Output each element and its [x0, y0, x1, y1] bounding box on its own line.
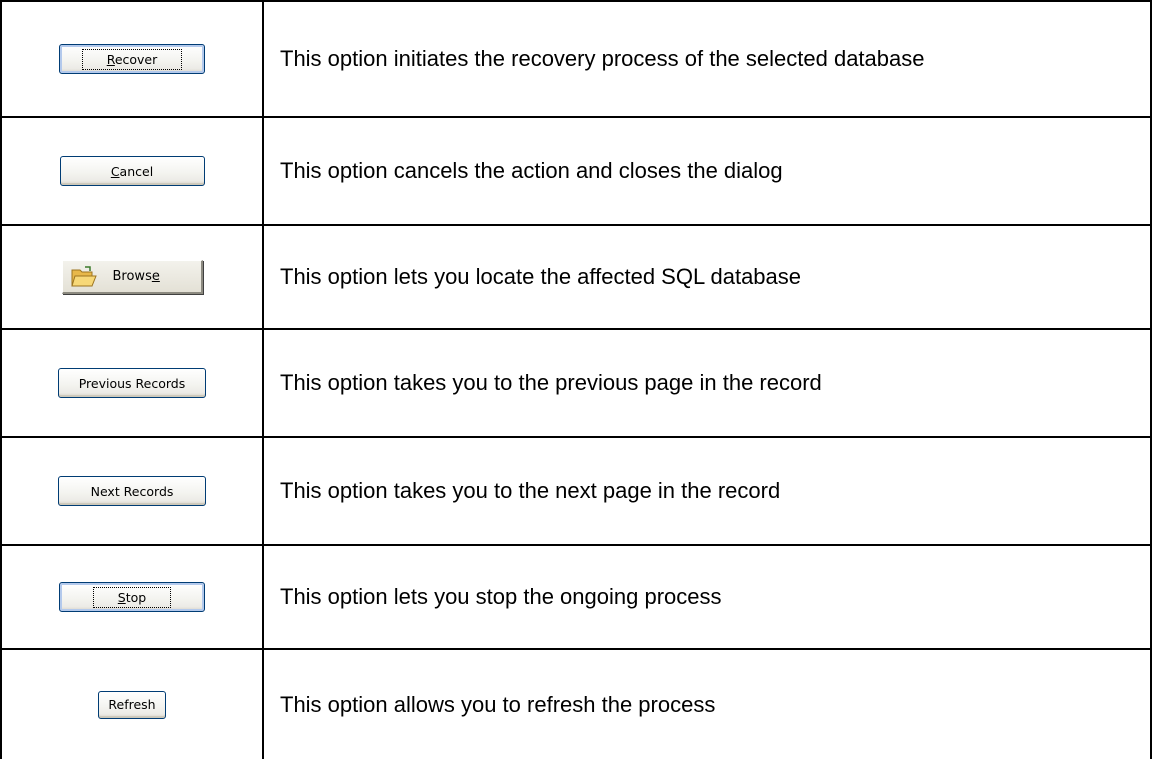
folder-open-icon — [70, 265, 97, 286]
button-cell: Recover — [0, 0, 264, 118]
button-label: Cancel — [110, 163, 154, 179]
description-text: This option takes you to the next page i… — [262, 436, 1152, 546]
description-text: This option allows you to refresh the pr… — [262, 648, 1152, 759]
button-label: Browse — [112, 269, 160, 284]
button-label: Previous Records — [78, 375, 186, 391]
button-label: Next Records — [90, 483, 174, 499]
button-cell: Cancel — [0, 116, 264, 226]
refresh-button[interactable]: Refresh — [98, 690, 166, 719]
previous-records-button[interactable]: Previous Records — [58, 368, 206, 398]
table-row: Browse This option lets you locate the a… — [0, 224, 1152, 330]
description-text: This option initiates the recovery proce… — [262, 0, 1152, 118]
browse-button[interactable]: Browse — [61, 260, 203, 294]
button-label: Refresh — [108, 697, 156, 712]
description-text: This option cancels the action and close… — [262, 116, 1152, 226]
next-records-button[interactable]: Next Records — [58, 476, 206, 506]
button-cell: Refresh — [0, 648, 264, 759]
description-text: This option lets you locate the affected… — [262, 224, 1152, 330]
button-cell: Browse — [0, 224, 264, 330]
cancel-button[interactable]: Cancel — [59, 156, 205, 186]
table-row: Previous Records This option takes you t… — [0, 328, 1152, 438]
description-text: This option lets you stop the ongoing pr… — [262, 544, 1152, 650]
table-row: Stop This option lets you stop the ongoi… — [0, 544, 1152, 650]
table-row: Cancel This option cancels the action an… — [0, 116, 1152, 226]
table-row: Refresh This option allows you to refres… — [0, 648, 1152, 759]
button-cell: Stop — [0, 544, 264, 650]
button-label: Stop — [92, 586, 172, 608]
table-row: Recover This option initiates the recove… — [0, 0, 1152, 118]
stop-button[interactable]: Stop — [59, 582, 205, 612]
table-row: Next Records This option takes you to th… — [0, 436, 1152, 546]
recover-button[interactable]: Recover — [59, 44, 205, 74]
button-cell: Previous Records — [0, 328, 264, 438]
button-reference-table: Recover This option initiates the recove… — [0, 0, 1152, 759]
button-cell: Next Records — [0, 436, 264, 546]
description-text: This option takes you to the previous pa… — [262, 328, 1152, 438]
button-label: Recover — [81, 48, 183, 70]
